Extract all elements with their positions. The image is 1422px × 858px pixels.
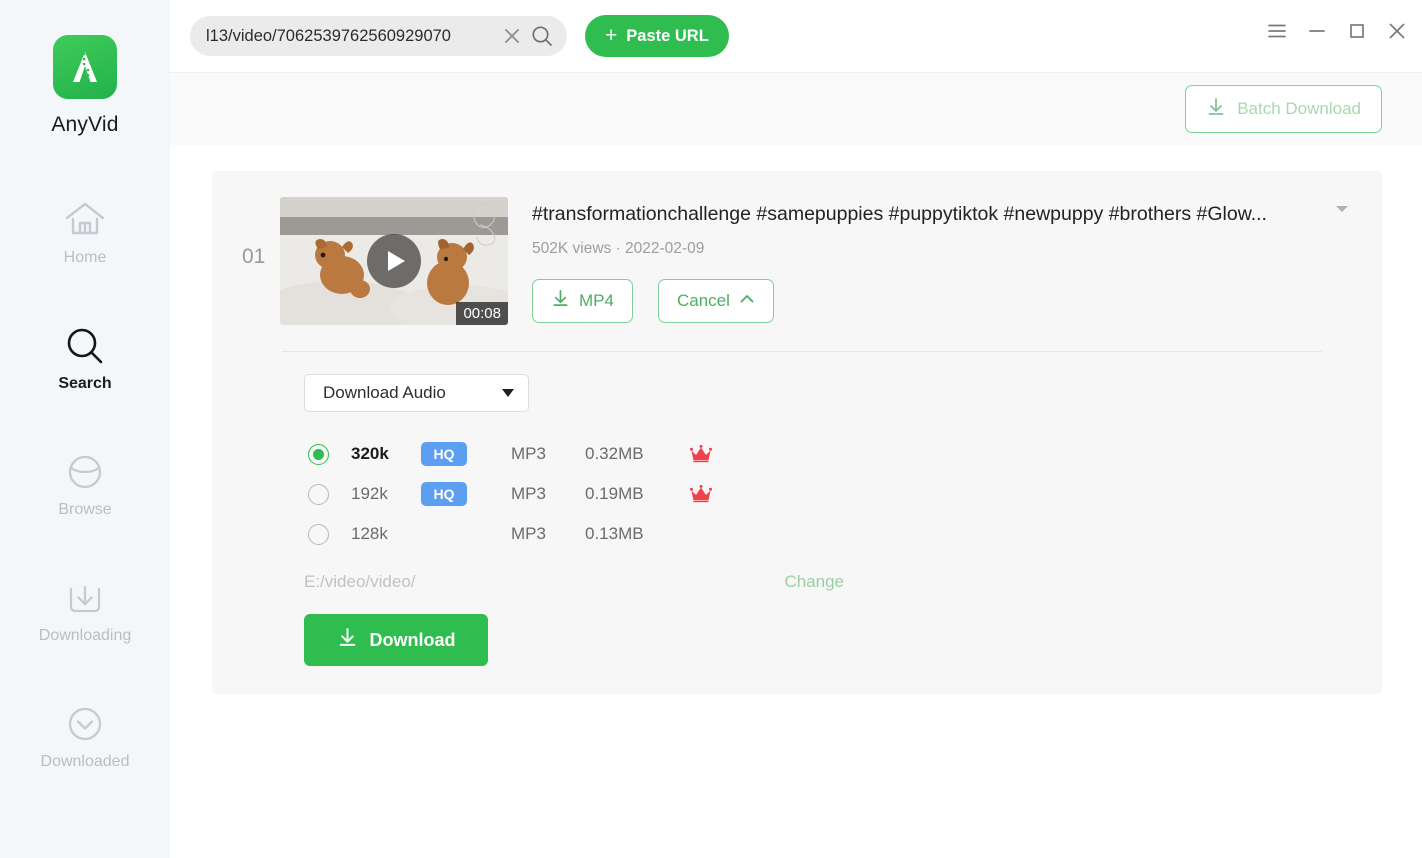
sidebar-item-search[interactable]: Search <box>0 315 170 441</box>
audio-option-192k[interactable]: 192k HQ MP3 0.19MB <box>304 474 1352 514</box>
audio-bitrate: 128k <box>351 524 388 543</box>
audio-size: 0.13MB <box>585 524 644 543</box>
search-bar[interactable]: l13/video/7062539762560929070 <box>190 16 567 56</box>
video-duration: 00:08 <box>456 302 508 325</box>
video-subtitle: 502K views · 2022-02-09 <box>532 240 705 257</box>
caret-down-icon <box>502 389 514 397</box>
sidebar-item-home[interactable]: Home <box>0 189 170 315</box>
hamburger-menu-icon[interactable] <box>1266 20 1288 42</box>
audio-section: Download Audio 320k HQ MP3 0.32MB 192k H… <box>242 352 1352 666</box>
brand-name: AnyVid <box>51 113 119 136</box>
batch-download-button[interactable]: Batch Download <box>1185 85 1382 133</box>
plus-icon: + <box>605 23 618 47</box>
audio-format: MP3 <box>511 484 546 503</box>
top-bar: l13/video/7062539762560929070 + Paste UR… <box>170 0 1422 72</box>
sidebar-item-browse[interactable]: Browse <box>0 441 170 567</box>
batch-download-label: Batch Download <box>1237 99 1361 118</box>
minimize-icon[interactable] <box>1306 20 1328 42</box>
save-path: E:/video/video/ <box>304 572 416 591</box>
download-audio-label: Download Audio <box>323 383 446 402</box>
audio-option-128k[interactable]: 128k MP3 0.13MB <box>304 514 1352 554</box>
download-icon <box>551 289 570 313</box>
radio-button[interactable] <box>308 523 329 545</box>
paste-url-label: Paste URL <box>626 26 709 45</box>
anyvid-logo <box>52 35 117 99</box>
sidebar-item-label: Downloaded <box>40 753 130 770</box>
sidebar-item-label: Search <box>58 375 112 392</box>
cancel-label: Cancel <box>676 291 730 310</box>
audio-bitrate: 320k <box>351 444 389 463</box>
check-circle-icon <box>63 697 107 751</box>
audio-quality-list: 320k HQ MP3 0.32MB 192k HQ MP3 0.19MB 12… <box>304 434 1352 554</box>
radio-button[interactable] <box>308 443 329 465</box>
search-icon <box>63 319 107 373</box>
audio-option-320k[interactable]: 320k HQ MP3 0.32MB <box>304 434 1352 474</box>
main-content: l13/video/7062539762560929070 + Paste UR… <box>170 0 1422 858</box>
paste-url-button[interactable]: + Paste URL <box>585 15 729 57</box>
video-thumbnail[interactable]: 00:08 <box>280 197 508 325</box>
cancel-button[interactable]: Cancel <box>657 279 774 323</box>
sidebar: AnyVid Home Search Browse Downloading Do… <box>0 0 170 858</box>
sidebar-item-downloading[interactable]: Downloading <box>0 567 170 693</box>
home-icon <box>62 193 108 247</box>
brand: AnyVid <box>51 35 118 137</box>
result-card: 01 00:08 #transformationchallenge #samep… <box>212 171 1382 694</box>
download-button[interactable]: Download <box>304 614 488 666</box>
clear-search-icon[interactable] <box>501 25 523 47</box>
result-meta: #transformationchallenge #samepuppies #p… <box>508 197 1352 323</box>
crown-icon <box>690 444 712 463</box>
maximize-icon[interactable] <box>1346 20 1368 42</box>
mp4-label: MP4 <box>579 291 614 310</box>
mp4-download-button[interactable]: MP4 <box>532 279 633 323</box>
audio-format: MP3 <box>511 524 546 543</box>
play-triangle <box>387 251 405 271</box>
hq-badge-placeholder <box>421 522 467 546</box>
sidebar-item-downloaded[interactable]: Downloaded <box>0 693 170 819</box>
audio-size: 0.19MB <box>585 484 644 503</box>
save-path-row: E:/video/video/ Change <box>304 572 844 592</box>
search-submit-icon[interactable] <box>529 23 555 49</box>
chevron-down-icon[interactable] <box>1334 201 1352 219</box>
play-icon[interactable] <box>367 234 421 288</box>
globe-icon <box>63 445 107 499</box>
download-box-icon <box>63 571 107 625</box>
download-audio-select[interactable]: Download Audio <box>304 374 529 412</box>
download-icon <box>1206 97 1226 122</box>
close-icon[interactable] <box>1386 20 1408 42</box>
sidebar-item-label: Downloading <box>38 627 132 644</box>
download-icon <box>337 627 358 653</box>
results-area: 01 00:08 #transformationchallenge #samep… <box>170 145 1422 694</box>
toolbar-band: Batch Download <box>170 72 1422 145</box>
audio-format: MP3 <box>511 444 546 463</box>
video-title: #transformationchallenge #samepuppies #p… <box>532 203 1267 225</box>
download-label: Download <box>369 629 456 650</box>
crown-icon-placeholder <box>690 525 712 543</box>
audio-bitrate: 192k <box>351 484 388 503</box>
change-path-link[interactable]: Change <box>784 572 844 592</box>
crown-icon <box>690 484 712 503</box>
window-controls <box>1266 20 1408 42</box>
audio-size: 0.32MB <box>585 444 644 463</box>
sidebar-item-label: Browse <box>58 501 112 518</box>
sidebar-nav: Home Search Browse Downloading Downloade… <box>0 189 170 819</box>
chevron-up-icon <box>739 291 755 312</box>
app-window: AnyVid Home Search Browse Downloading Do… <box>0 0 1422 858</box>
radio-button[interactable] <box>308 483 329 505</box>
hq-badge: HQ <box>421 482 467 506</box>
sidebar-item-label: Home <box>63 249 107 266</box>
result-index: 01 <box>242 245 266 268</box>
search-input[interactable]: l13/video/7062539762560929070 <box>206 27 501 46</box>
result-actions: MP4 Cancel <box>532 279 1352 323</box>
result-row: 01 00:08 #transformationchallenge #samep… <box>242 197 1352 325</box>
hq-badge: HQ <box>421 442 467 466</box>
